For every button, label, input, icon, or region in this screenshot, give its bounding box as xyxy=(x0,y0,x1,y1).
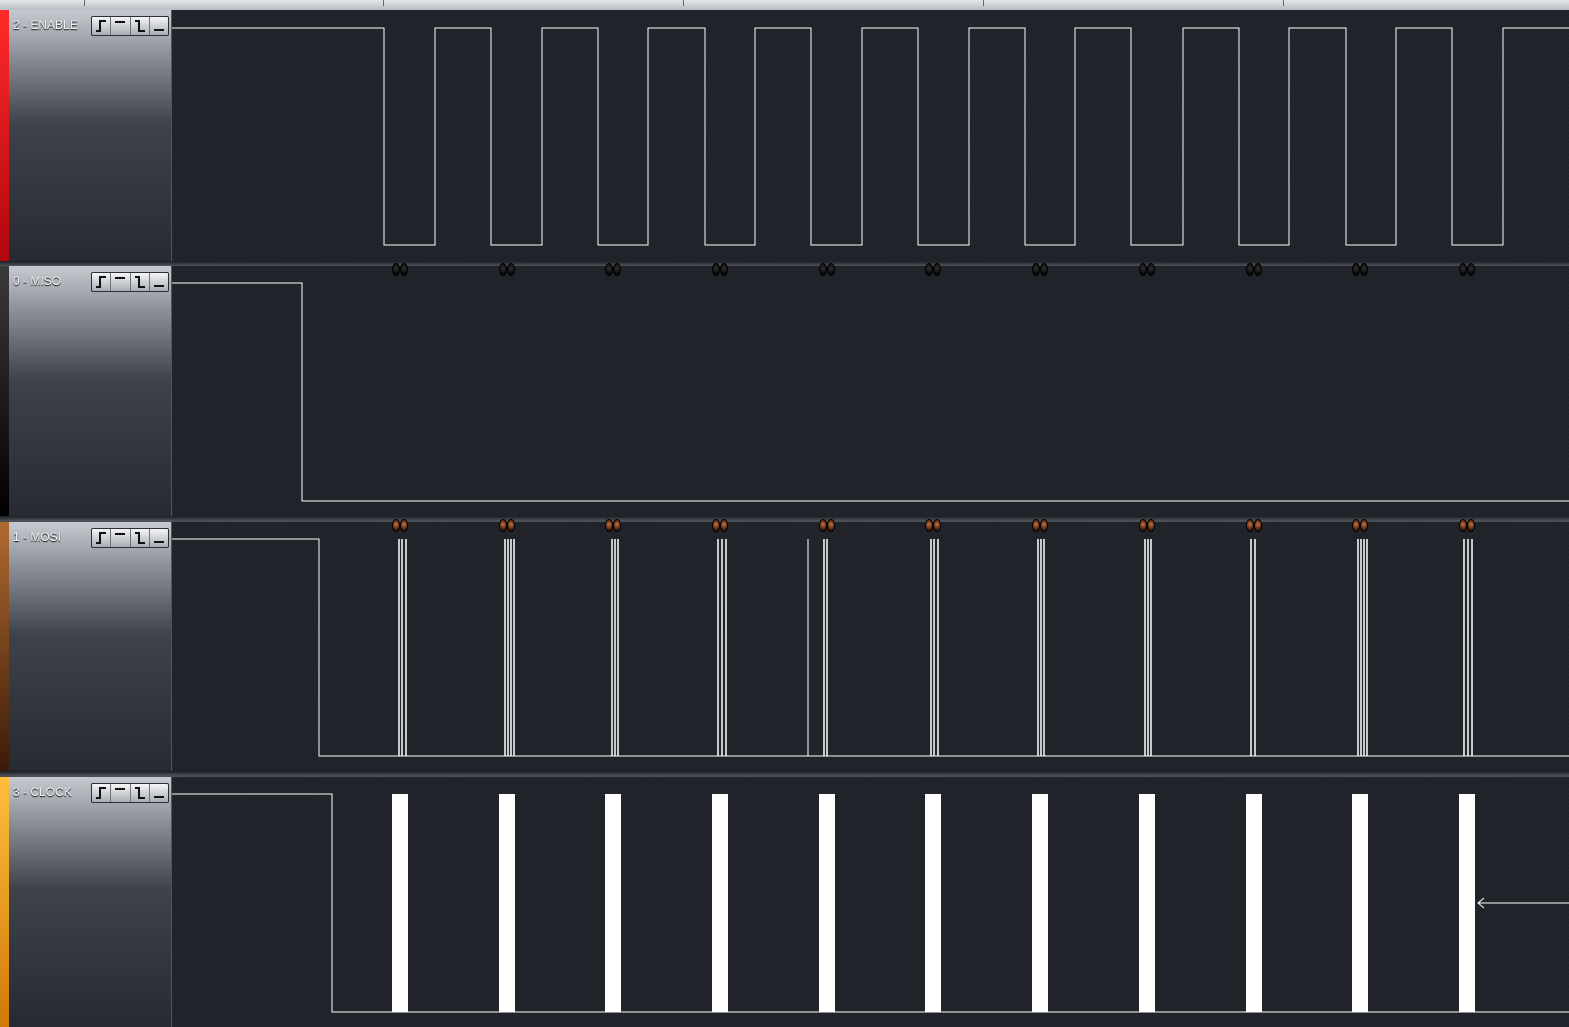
sample-marker-icon xyxy=(605,519,621,532)
channel-label-panel[interactable]: 0 - MISO xyxy=(9,266,172,518)
sample-marker-icon xyxy=(392,263,408,276)
sample-marker-icon xyxy=(712,519,728,532)
sample-marker-icon xyxy=(712,263,728,276)
sample-marker-icon xyxy=(925,263,941,276)
high-level-trigger-icon[interactable] xyxy=(111,17,131,35)
sample-marker-icon xyxy=(499,519,515,532)
trigger-button-group xyxy=(91,16,169,36)
sample-marker-icon xyxy=(1246,263,1262,276)
channel-color-strip xyxy=(0,522,9,773)
sample-marker-icon xyxy=(605,263,621,276)
channel-clock: 3 - CLOCK xyxy=(0,777,1569,1027)
sample-marker-icon xyxy=(1032,263,1048,276)
ruler-tick xyxy=(383,0,384,6)
waveform-mosi[interactable] xyxy=(172,522,1569,773)
channel-color-strip xyxy=(0,777,9,1027)
trigger-button-group xyxy=(91,783,169,803)
trigger-button-group xyxy=(91,528,169,548)
sample-marker-icon xyxy=(1459,519,1475,532)
sample-marker-icon xyxy=(1246,519,1262,532)
ruler-tick xyxy=(1283,0,1284,6)
channel-enable: 2 - ENABLE xyxy=(0,10,1569,263)
channel-label-panel[interactable]: 1 - MOSI xyxy=(9,522,172,773)
time-ruler[interactable] xyxy=(0,0,1569,10)
falling-edge-trigger-icon[interactable] xyxy=(131,17,150,35)
sample-marker-icon xyxy=(1032,519,1048,532)
sample-marker-icon xyxy=(499,263,515,276)
channel-name: 3 - CLOCK xyxy=(13,785,72,799)
channel-color-strip xyxy=(0,266,9,518)
ruler-tick xyxy=(983,0,984,6)
rising-edge-trigger-icon[interactable] xyxy=(92,529,112,547)
channel-label-panel[interactable]: 3 - CLOCK xyxy=(9,777,172,1027)
falling-edge-trigger-icon[interactable] xyxy=(131,273,150,291)
rising-edge-trigger-icon[interactable] xyxy=(92,784,112,802)
low-level-trigger-icon[interactable] xyxy=(150,17,168,35)
sample-marker-icon xyxy=(1139,519,1155,532)
low-level-trigger-icon[interactable] xyxy=(150,273,168,291)
trigger-button-group xyxy=(91,272,169,292)
falling-edge-trigger-icon[interactable] xyxy=(131,529,150,547)
rising-edge-trigger-icon[interactable] xyxy=(92,273,112,291)
sample-marker-icon xyxy=(1352,263,1368,276)
ruler-tick xyxy=(84,0,85,6)
sample-marker-icon xyxy=(1459,263,1475,276)
sample-marker-icon xyxy=(1352,519,1368,532)
low-level-trigger-icon[interactable] xyxy=(150,529,168,547)
high-level-trigger-icon[interactable] xyxy=(111,273,131,291)
channel-mosi: 1 - MOSI xyxy=(0,522,1569,773)
falling-edge-trigger-icon[interactable] xyxy=(131,784,150,802)
ruler-tick xyxy=(683,0,684,6)
channel-miso: 0 - MISO xyxy=(0,266,1569,518)
waveform-clock[interactable] xyxy=(172,777,1569,1027)
channel-name: 0 - MISO xyxy=(13,274,62,288)
rising-edge-trigger-icon[interactable] xyxy=(92,17,112,35)
sample-marker-icon xyxy=(819,263,835,276)
channel-name: 2 - ENABLE xyxy=(13,18,78,32)
sample-marker-icon xyxy=(819,519,835,532)
channel-name: 1 - MOSI xyxy=(13,530,62,544)
channel-color-strip xyxy=(0,10,9,263)
sample-marker-icon xyxy=(392,519,408,532)
sample-marker-icon xyxy=(925,519,941,532)
waveform-miso[interactable] xyxy=(172,266,1569,518)
high-level-trigger-icon[interactable] xyxy=(111,784,131,802)
channel-label-panel[interactable]: 2 - ENABLE xyxy=(9,10,172,263)
sample-marker-icon xyxy=(1139,263,1155,276)
arrow-left-icon xyxy=(1477,897,1569,909)
low-level-trigger-icon[interactable] xyxy=(150,784,168,802)
high-level-trigger-icon[interactable] xyxy=(111,529,131,547)
waveform-enable[interactable] xyxy=(172,10,1569,263)
